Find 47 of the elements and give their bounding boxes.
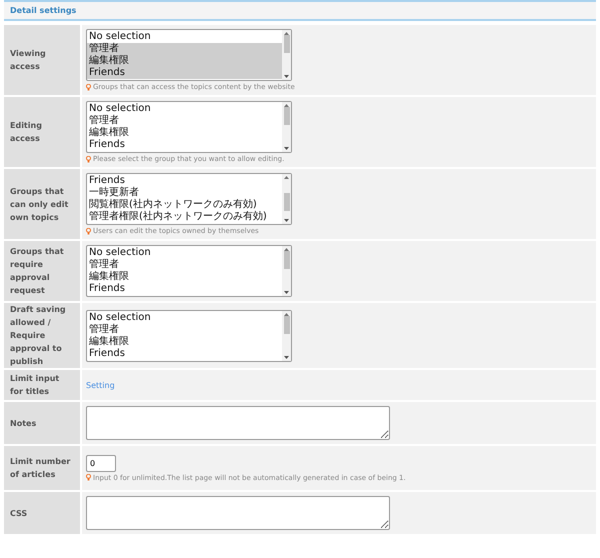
listbox-option[interactable]: No selection	[87, 31, 282, 43]
listbox-option[interactable]: 管理者	[87, 115, 282, 127]
scrollbar-drawing[interactable]	[282, 174, 291, 224]
field-label: Limit input for titles	[4, 370, 80, 400]
listbox-option[interactable]: Friends	[87, 175, 282, 187]
scrollbar-drawing[interactable]	[282, 310, 291, 360]
listbox-option[interactable]: 管理者権限(社内ネットワークのみ有効)	[87, 211, 282, 223]
field-label: CSS	[4, 492, 80, 534]
text-area[interactable]	[86, 406, 390, 440]
listbox-option[interactable]: Friends	[87, 67, 282, 79]
listbox-option[interactable]: 編集権限	[87, 127, 282, 139]
listbox-option[interactable]: Friends	[87, 283, 282, 295]
section-title: Detail settings	[4, 0, 596, 21]
field-label: Editing access	[4, 97, 80, 167]
listbox-option[interactable]: Friends	[87, 348, 282, 360]
group-listbox[interactable]: No selection 管理者 編集権限 Friends	[86, 310, 292, 362]
listbox-option[interactable]: No selection	[87, 312, 282, 324]
group-listbox[interactable]: No selection 管理者 編集権限 Friends	[86, 245, 292, 297]
listbox-option[interactable]: 一時更新者	[87, 187, 282, 199]
number-input[interactable]: 0	[86, 454, 116, 472]
listbox-option[interactable]: 閲覧権限(社内ネットワークのみ有効)	[87, 199, 282, 211]
scrollbar-drawing[interactable]	[282, 246, 291, 296]
listbox-option[interactable]: Friends	[87, 139, 282, 151]
field-label: Groups that require approval request	[4, 241, 80, 301]
listbox-option[interactable]: No selection	[87, 103, 282, 115]
listbox-option[interactable]: No selection	[87, 247, 282, 259]
listbox-option[interactable]: 管理者	[87, 324, 282, 336]
lightbulb-icon	[86, 156, 91, 162]
scrollbar-drawing[interactable]	[282, 102, 291, 152]
group-listbox[interactable]: No selection 管理者 編集権限 Friends	[86, 29, 292, 81]
listbox-option[interactable]: 管理者	[87, 43, 282, 55]
field-label: Draft saving allowed / Require approval to publish	[4, 303, 80, 368]
group-listbox[interactable]: No selection 管理者 編集権限 Friends	[86, 101, 292, 153]
listbox-option[interactable]: 編集権限	[87, 336, 282, 348]
field-label: Limit number of articles	[4, 446, 80, 490]
lightbulb-icon	[86, 84, 91, 90]
listbox-option[interactable]: 管理者	[87, 259, 282, 271]
scrollbar-drawing[interactable]	[282, 30, 291, 80]
listbox-option[interactable]: 編集権限	[87, 55, 282, 67]
field-label: Groups that can only edit own topics	[4, 169, 80, 239]
group-listbox[interactable]: Friends 一時更新者 閲覧権限(社内ネットワークのみ有効) 管理者権限(社内ネットワークのみ有効)	[86, 173, 292, 225]
listbox-option[interactable]: 編集権限	[87, 271, 282, 283]
field-label: Viewing access	[4, 25, 80, 95]
field-label: Notes	[4, 402, 80, 444]
text-area[interactable]	[86, 496, 390, 530]
lightbulb-icon	[86, 228, 91, 234]
lightbulb-icon	[86, 474, 91, 481]
